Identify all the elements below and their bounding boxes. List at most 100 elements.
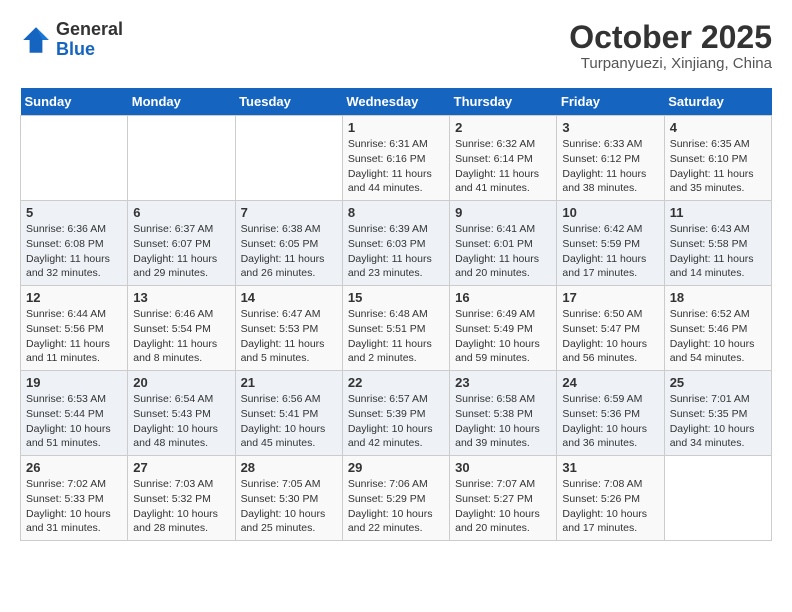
calendar-cell: 20 Sunrise: 6:54 AM Sunset: 5:43 PM Dayli… [128, 371, 235, 456]
day-number: 29 [348, 460, 444, 475]
day-number: 30 [455, 460, 551, 475]
calendar-cell: 19Sunrise: 6:53 AM Sunset: 5:44 PM Dayli… [21, 371, 128, 456]
day-info: Sunrise: 6:57 AM Sunset: 5:39 PM Dayligh… [348, 392, 444, 451]
calendar-cell: 15 Sunrise: 6:48 AM Sunset: 5:51 PM Dayli… [342, 286, 449, 371]
calendar-cell: 2Sunrise: 6:32 AM Sunset: 6:14 PM Daylig… [450, 116, 557, 201]
calendar-cell: 10 Sunrise: 6:42 AM Sunset: 5:59 PM Dayli… [557, 201, 664, 286]
day-number: 24 [562, 375, 658, 390]
day-info: Sunrise: 6:39 AM Sunset: 6:03 PM Dayligh… [348, 222, 444, 281]
day-number: 9 [455, 205, 551, 220]
calendar-week-3: 12 Sunrise: 6:44 AM Sunset: 5:56 PM Dayli… [21, 286, 772, 371]
day-info: Sunrise: 6:42 AM Sunset: 5:59 PM Dayligh… [562, 222, 658, 281]
calendar-cell: 17 Sunrise: 6:50 AM Sunset: 5:47 PM Dayli… [557, 286, 664, 371]
calendar-cell: 31 Sunrise: 7:08 AM Sunset: 5:26 PM Dayli… [557, 456, 664, 541]
day-number: 13 [133, 290, 229, 305]
day-info: Sunrise: 7:08 AM Sunset: 5:26 PM Dayligh… [562, 477, 658, 536]
calendar-cell: 21 Sunrise: 6:56 AM Sunset: 5:41 PM Dayli… [235, 371, 342, 456]
day-number: 5 [26, 205, 122, 220]
weekday-header-wednesday: Wednesday [342, 88, 449, 116]
day-number: 6 [133, 205, 229, 220]
calendar-cell: 4 Sunrise: 6:35 AM Sunset: 6:10 PM Daylig… [664, 116, 771, 201]
day-number: 20 [133, 375, 229, 390]
day-number: 21 [241, 375, 337, 390]
day-info: Sunrise: 6:54 AM Sunset: 5:43 PM Dayligh… [133, 392, 229, 451]
calendar-cell: 14 Sunrise: 6:47 AM Sunset: 5:53 PM Dayli… [235, 286, 342, 371]
day-info: Sunrise: 6:47 AM Sunset: 5:53 PM Dayligh… [241, 307, 337, 366]
day-info: Sunrise: 6:59 AM Sunset: 5:36 PM Dayligh… [562, 392, 658, 451]
day-info: Sunrise: 6:41 AM Sunset: 6:01 PM Dayligh… [455, 222, 551, 281]
day-info: Sunrise: 7:06 AM Sunset: 5:29 PM Dayligh… [348, 477, 444, 536]
day-number: 22 [348, 375, 444, 390]
calendar-cell: 23 Sunrise: 6:58 AM Sunset: 5:38 PM Dayli… [450, 371, 557, 456]
weekday-header-thursday: Thursday [450, 88, 557, 116]
weekday-header-friday: Friday [557, 88, 664, 116]
month-title: October 2025 [569, 20, 772, 55]
day-info: Sunrise: 6:48 AM Sunset: 5:51 PM Dayligh… [348, 307, 444, 366]
day-number: 12 [26, 290, 122, 305]
calendar-cell: 11 Sunrise: 6:43 AM Sunset: 5:58 PM Dayli… [664, 201, 771, 286]
day-number: 28 [241, 460, 337, 475]
calendar-cell: 27 Sunrise: 7:03 AM Sunset: 5:32 PM Dayli… [128, 456, 235, 541]
weekday-header-tuesday: Tuesday [235, 88, 342, 116]
day-number: 4 [670, 120, 766, 135]
day-number: 18 [670, 290, 766, 305]
calendar-cell: 7Sunrise: 6:38 AM Sunset: 6:05 PM Daylig… [235, 201, 342, 286]
calendar-cell: 30Sunrise: 7:07 AM Sunset: 5:27 PM Dayli… [450, 456, 557, 541]
day-info: Sunrise: 6:50 AM Sunset: 5:47 PM Dayligh… [562, 307, 658, 366]
day-info: Sunrise: 6:33 AM Sunset: 6:12 PM Dayligh… [562, 137, 658, 196]
weekday-header-sunday: Sunday [21, 88, 128, 116]
calendar-cell [21, 116, 128, 201]
calendar-cell: 5Sunrise: 6:36 AM Sunset: 6:08 PM Daylig… [21, 201, 128, 286]
calendar-table: SundayMondayTuesdayWednesdayThursdayFrid… [20, 88, 772, 541]
calendar-cell: 6 Sunrise: 6:37 AM Sunset: 6:07 PM Daylig… [128, 201, 235, 286]
day-info: Sunrise: 7:03 AM Sunset: 5:32 PM Dayligh… [133, 477, 229, 536]
day-info: Sunrise: 6:31 AM Sunset: 6:16 PM Dayligh… [348, 137, 444, 196]
calendar-cell: 24 Sunrise: 6:59 AM Sunset: 5:36 PM Dayli… [557, 371, 664, 456]
calendar-cell: 16Sunrise: 6:49 AM Sunset: 5:49 PM Dayli… [450, 286, 557, 371]
day-number: 31 [562, 460, 658, 475]
calendar-cell: 25 Sunrise: 7:01 AM Sunset: 5:35 PM Dayli… [664, 371, 771, 456]
day-number: 27 [133, 460, 229, 475]
day-number: 17 [562, 290, 658, 305]
day-info: Sunrise: 6:58 AM Sunset: 5:38 PM Dayligh… [455, 392, 551, 451]
calendar-week-2: 5Sunrise: 6:36 AM Sunset: 6:08 PM Daylig… [21, 201, 772, 286]
calendar-cell: 12 Sunrise: 6:44 AM Sunset: 5:56 PM Dayli… [21, 286, 128, 371]
day-number: 11 [670, 205, 766, 220]
day-info: Sunrise: 6:44 AM Sunset: 5:56 PM Dayligh… [26, 307, 122, 366]
day-info: Sunrise: 7:01 AM Sunset: 5:35 PM Dayligh… [670, 392, 766, 451]
day-info: Sunrise: 7:05 AM Sunset: 5:30 PM Dayligh… [241, 477, 337, 536]
day-info: Sunrise: 6:43 AM Sunset: 5:58 PM Dayligh… [670, 222, 766, 281]
day-number: 14 [241, 290, 337, 305]
calendar-cell: 29 Sunrise: 7:06 AM Sunset: 5:29 PM Dayli… [342, 456, 449, 541]
day-info: Sunrise: 6:49 AM Sunset: 5:49 PM Dayligh… [455, 307, 551, 366]
day-number: 19 [26, 375, 122, 390]
calendar-cell: 18 Sunrise: 6:52 AM Sunset: 5:46 PM Dayli… [664, 286, 771, 371]
weekday-header-row: SundayMondayTuesdayWednesdayThursdayFrid… [21, 88, 772, 116]
day-info: Sunrise: 6:46 AM Sunset: 5:54 PM Dayligh… [133, 307, 229, 366]
day-number: 15 [348, 290, 444, 305]
day-number: 8 [348, 205, 444, 220]
day-info: Sunrise: 6:56 AM Sunset: 5:41 PM Dayligh… [241, 392, 337, 451]
day-number: 25 [670, 375, 766, 390]
location-subtitle: Turpanyuezi, Xinjiang, China [569, 55, 772, 72]
day-number: 1 [348, 120, 444, 135]
calendar-cell: 9 Sunrise: 6:41 AM Sunset: 6:01 PM Daylig… [450, 201, 557, 286]
day-info: Sunrise: 7:02 AM Sunset: 5:33 PM Dayligh… [26, 477, 122, 536]
day-number: 23 [455, 375, 551, 390]
calendar-week-5: 26 Sunrise: 7:02 AM Sunset: 5:33 PM Dayli… [21, 456, 772, 541]
calendar-cell: 8 Sunrise: 6:39 AM Sunset: 6:03 PM Daylig… [342, 201, 449, 286]
day-info: Sunrise: 6:35 AM Sunset: 6:10 PM Dayligh… [670, 137, 766, 196]
day-info: Sunrise: 6:38 AM Sunset: 6:05 PM Dayligh… [241, 222, 337, 281]
logo-icon [20, 24, 52, 56]
day-number: 3 [562, 120, 658, 135]
logo-text: General Blue [56, 20, 123, 60]
day-number: 10 [562, 205, 658, 220]
calendar-cell: 1 Sunrise: 6:31 AM Sunset: 6:16 PM Daylig… [342, 116, 449, 201]
day-number: 26 [26, 460, 122, 475]
calendar-cell [235, 116, 342, 201]
calendar-cell: 13 Sunrise: 6:46 AM Sunset: 5:54 PM Dayli… [128, 286, 235, 371]
day-info: Sunrise: 6:37 AM Sunset: 6:07 PM Dayligh… [133, 222, 229, 281]
day-info: Sunrise: 6:52 AM Sunset: 5:46 PM Dayligh… [670, 307, 766, 366]
calendar-cell: 3 Sunrise: 6:33 AM Sunset: 6:12 PM Daylig… [557, 116, 664, 201]
calendar-week-1: 1 Sunrise: 6:31 AM Sunset: 6:16 PM Daylig… [21, 116, 772, 201]
